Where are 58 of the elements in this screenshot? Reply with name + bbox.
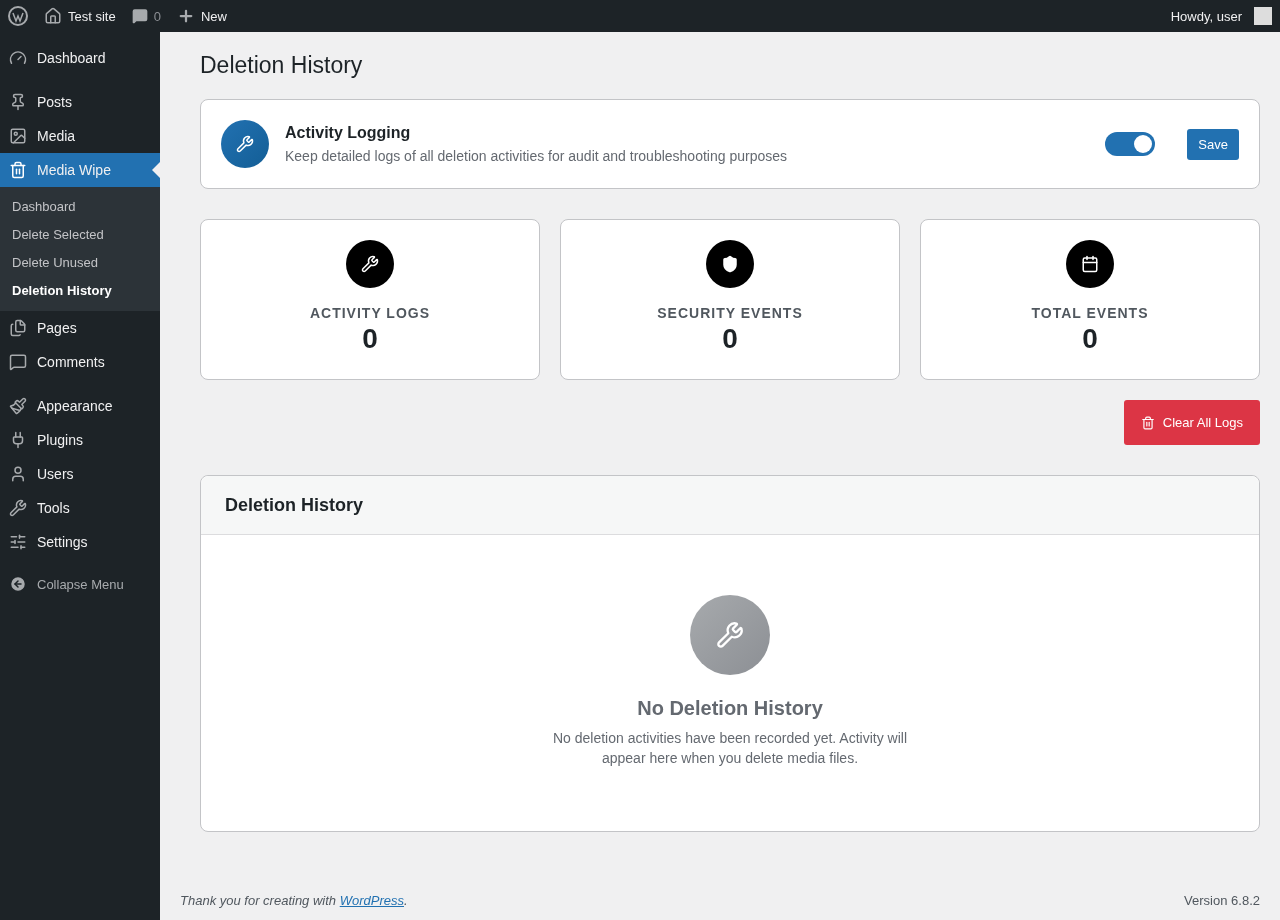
account-menu[interactable]: Howdy, user: [1170, 7, 1272, 25]
sidebar-item[interactable]: Media: [0, 119, 160, 153]
setting-description: Keep detailed logs of all deletion activities for audit and troubleshooting purposes: [285, 148, 788, 164]
footer-text: Thank you for creating with WordPress.: [180, 893, 408, 908]
submenu-item[interactable]: Dashboard: [0, 192, 160, 220]
wrench-icon: [9, 499, 27, 517]
wrench-icon: [346, 240, 394, 288]
sidebar-item[interactable]: Media Wipe: [0, 153, 160, 187]
stat-label: TOTAL EVENTS: [1031, 305, 1149, 321]
sidebar-item[interactable]: Pages: [0, 311, 160, 345]
wrench-icon: [221, 120, 269, 168]
pointer-triangle-icon: [152, 162, 160, 178]
new-link[interactable]: New: [176, 7, 227, 25]
empty-message: No deletion activities have been recorded yet. Activity will appear here when you delete media files.: [551, 729, 909, 768]
sidebar-item[interactable]: Appearance: [0, 389, 160, 423]
panel-title: Deletion History: [225, 494, 364, 516]
sidebar-item[interactable]: Settings: [0, 525, 160, 559]
save-button[interactable]: Save: [1187, 128, 1239, 160]
stat-label: SECURITY EVENTS: [657, 305, 803, 321]
shield-icon: [706, 240, 754, 288]
logging-toggle[interactable]: [1105, 132, 1156, 156]
wordpress-logo-icon[interactable]: [8, 6, 28, 26]
collapse-menu-button[interactable]: Collapse Menu: [0, 569, 160, 599]
sidebar-item[interactable]: Dashboard: [0, 41, 160, 75]
submenu-item[interactable]: Delete Selected: [0, 220, 160, 248]
submenu-item[interactable]: Deletion History: [0, 276, 160, 304]
trash-icon: [1140, 415, 1155, 430]
pages-icon: [9, 319, 27, 337]
sliders-icon: [9, 533, 27, 551]
sidebar-item[interactable]: Posts: [0, 85, 160, 119]
pin-icon: [9, 93, 27, 111]
page-title: Deletion History: [200, 52, 364, 79]
sidebar-item[interactable]: Comments: [0, 345, 160, 379]
version-text: Version 6.8.2: [1184, 893, 1260, 908]
sidebar-item[interactable]: Plugins: [0, 423, 160, 457]
speech-bubble-icon: [131, 8, 148, 24]
avatar: [1254, 7, 1272, 25]
home-icon: [44, 7, 62, 25]
speech-bubble-icon: [9, 353, 27, 371]
person-icon: [9, 465, 27, 483]
stat-value: 0: [722, 323, 738, 355]
paintbrush-icon: [9, 397, 27, 415]
calendar-icon: [1066, 240, 1114, 288]
stat-value: 0: [1082, 323, 1098, 355]
wordpress-link[interactable]: WordPress: [339, 893, 404, 908]
image-icon: [9, 127, 27, 145]
empty-title: No Deletion History: [637, 697, 823, 720]
gauge-icon: [9, 49, 27, 67]
setting-title: Activity Logging: [285, 124, 412, 142]
comments-link[interactable]: 0: [131, 8, 161, 24]
sidebar-item[interactable]: Users: [0, 457, 160, 491]
clear-logs-button[interactable]: Clear All Logs: [1123, 400, 1260, 445]
stat-value: 0: [362, 323, 378, 355]
sidebar-item[interactable]: Tools: [0, 491, 160, 525]
stat-label: ACTIVITY LOGS: [309, 305, 431, 321]
trash-icon: [9, 161, 27, 179]
site-link[interactable]: Test site: [44, 7, 116, 25]
submenu-item[interactable]: Delete Unused: [0, 248, 160, 276]
